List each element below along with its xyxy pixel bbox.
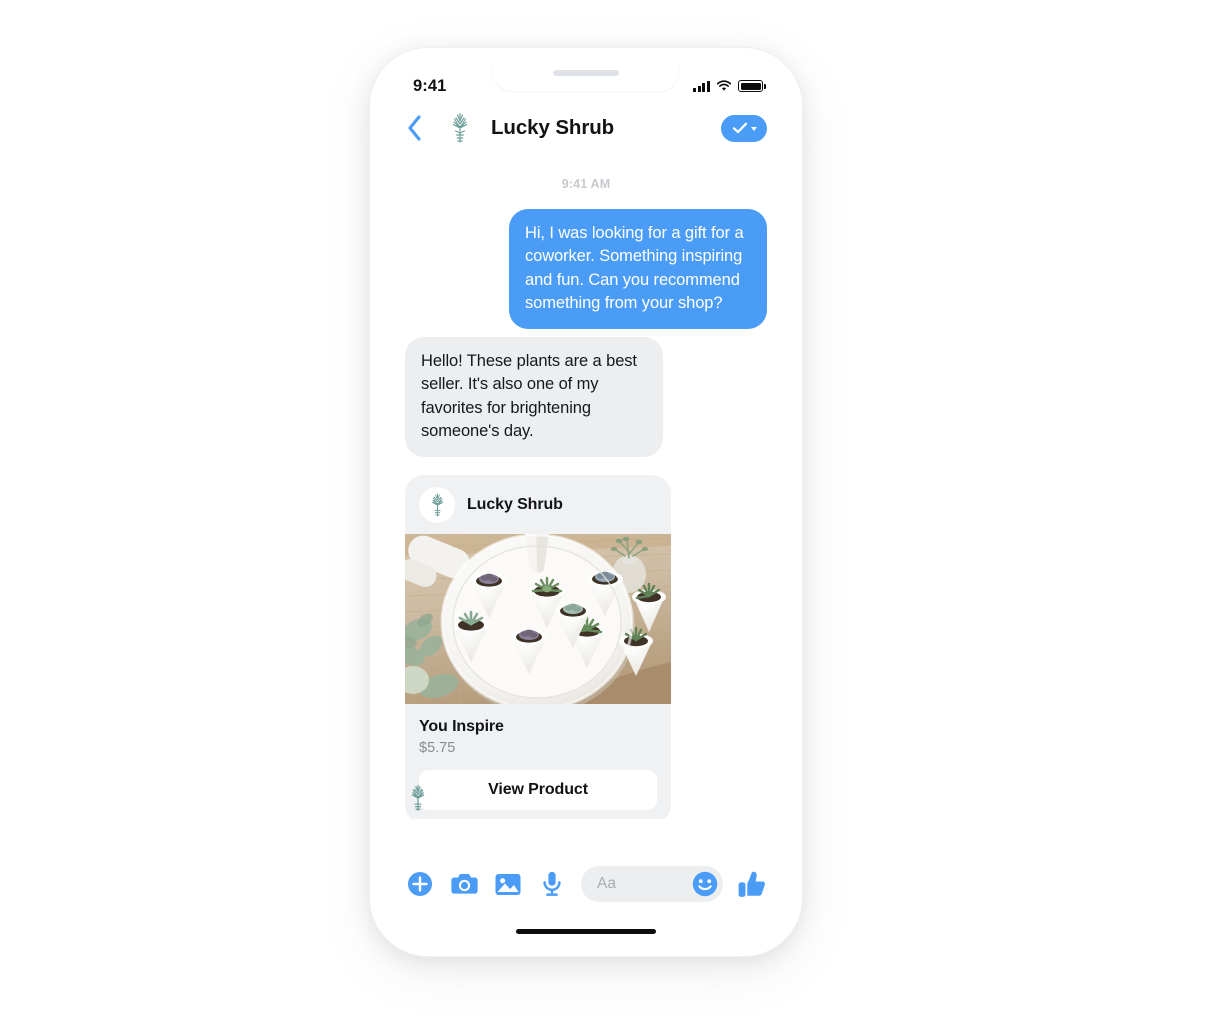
camera-button[interactable]	[449, 869, 479, 899]
back-button[interactable]	[407, 113, 429, 143]
avatar	[419, 487, 455, 523]
message-list: 9:41 AM Hi, I was looking for a gift for…	[383, 159, 789, 819]
camera-icon	[450, 874, 478, 894]
product-card-brand: Lucky Shrub	[467, 496, 563, 513]
smiley-icon[interactable]	[692, 871, 718, 897]
message-bubble-outgoing[interactable]: Hi, I was looking for a gift for a cowor…	[509, 209, 767, 329]
lucky-shrub-avatar-icon	[411, 784, 425, 811]
page-title: Lucky Shrub	[491, 116, 615, 139]
add-attachment-button[interactable]	[405, 869, 435, 899]
product-photo[interactable]	[405, 534, 671, 704]
signal-bars-icon	[693, 80, 710, 92]
status-time: 9:41	[413, 76, 447, 95]
wifi-icon	[716, 80, 732, 91]
chevron-left-icon	[408, 115, 421, 141]
check-icon	[732, 122, 747, 134]
product-card-body: You Inspire $5.75 View Product	[405, 704, 671, 819]
phone-frame: 9:41 Lucky Shrub 9:41 AM Hi, I was looki…	[370, 48, 802, 956]
lucky-shrub-avatar-icon	[431, 493, 443, 517]
product-card-header: Lucky Shrub	[405, 475, 671, 534]
plus-circle-icon	[408, 872, 432, 896]
message-row-incoming: Hello! These plants are a best seller. I…	[405, 337, 767, 457]
message-bubble-incoming[interactable]: Hello! These plants are a best seller. I…	[405, 337, 663, 457]
message-row-product-card: Lucky Shrub You Inspire $5.75 View Produ…	[405, 465, 767, 819]
microphone-icon	[543, 871, 561, 896]
message-row-outgoing: Hi, I was looking for a gift for a cowor…	[405, 209, 767, 329]
verified-badge-button[interactable]	[721, 114, 767, 142]
product-name: You Inspire	[419, 718, 504, 735]
thumbs-up-button[interactable]	[737, 869, 767, 899]
message-input[interactable]	[597, 875, 692, 893]
microphone-button[interactable]	[537, 869, 567, 899]
image-icon	[495, 873, 521, 895]
gallery-button[interactable]	[493, 869, 523, 899]
lucky-shrub-logo-icon	[452, 112, 468, 143]
product-price: $5.75	[419, 740, 456, 756]
thumbs-up-icon	[738, 871, 765, 897]
phone-screen: 9:41 Lucky Shrub 9:41 AM Hi, I was looki…	[383, 61, 789, 943]
product-card[interactable]: Lucky Shrub You Inspire $5.75 View Produ…	[405, 475, 671, 819]
message-timestamp: 9:41 AM	[561, 177, 611, 191]
message-input-container[interactable]	[581, 866, 723, 902]
chat-header: Lucky Shrub	[383, 105, 789, 159]
battery-icon	[738, 80, 766, 92]
status-bar: 9:41	[383, 61, 789, 105]
home-indicator	[516, 929, 656, 934]
status-indicators	[693, 80, 766, 92]
product-photo-image	[405, 534, 671, 704]
caret-down-icon	[750, 127, 757, 131]
view-product-button[interactable]: View Product	[419, 770, 657, 810]
